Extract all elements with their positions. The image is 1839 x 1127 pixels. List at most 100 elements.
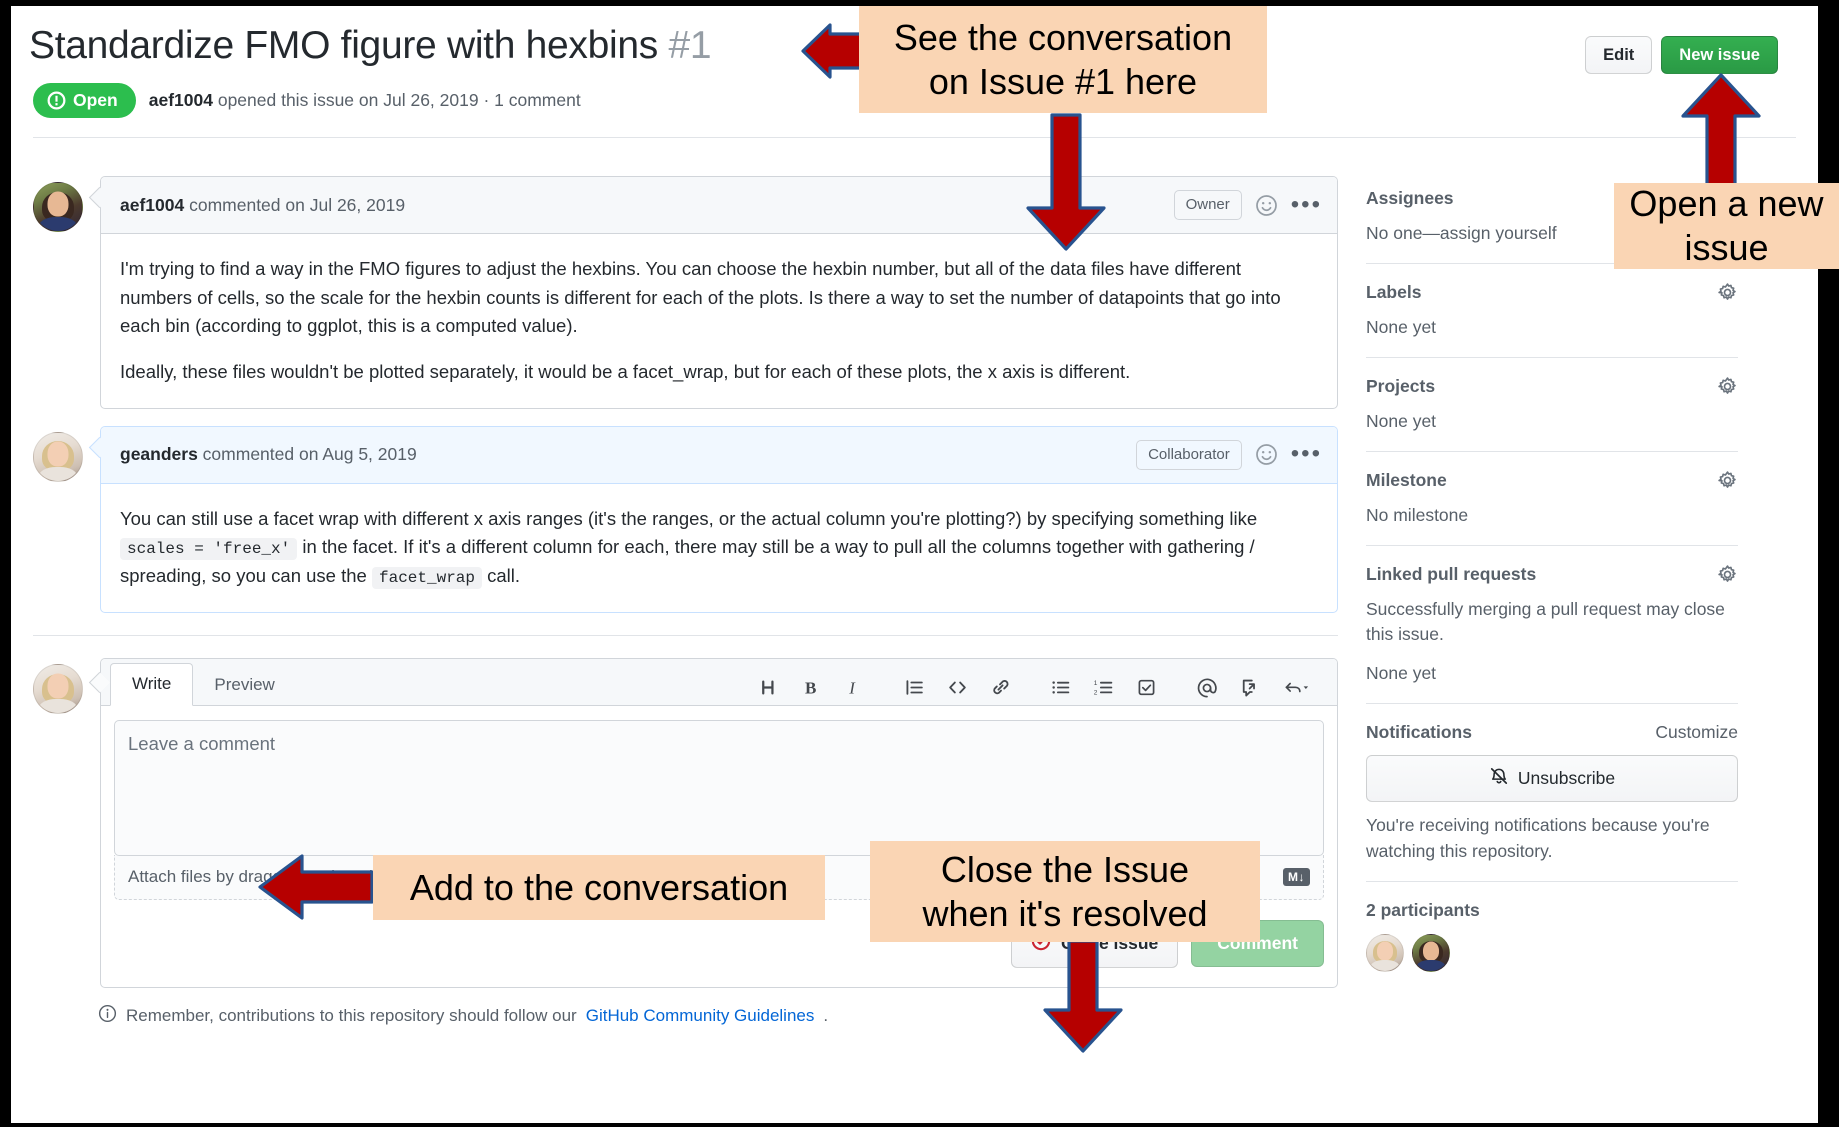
editor-tabnav: Write Preview B I 1 2 bbox=[101, 658, 1337, 706]
comment-author-name[interactable]: aef1004 bbox=[120, 195, 184, 215]
sidebar-section-milestone: Milestone No milestone bbox=[1366, 450, 1738, 545]
inline-code: facet_wrap bbox=[371, 567, 482, 590]
header-actions: Edit New issue bbox=[1585, 22, 1778, 75]
community-guidelines-link[interactable]: GitHub Community Guidelines bbox=[586, 1006, 815, 1026]
community-guidelines-note: Remember, contributions to this reposito… bbox=[98, 1004, 1338, 1028]
avatar-face bbox=[47, 673, 69, 699]
annotation-arrow-up-new-issue bbox=[1678, 72, 1764, 194]
linked-prs-title: Linked pull requests bbox=[1366, 563, 1537, 584]
annotation-arrow-left-editor bbox=[257, 853, 375, 921]
comment-header: aef1004 commented on Jul 26, 2019 Owner bbox=[101, 177, 1337, 234]
tab-write[interactable]: Write bbox=[110, 662, 194, 706]
comment-timestamp: commented on Jul 26, 2019 bbox=[184, 194, 406, 215]
avatar-face bbox=[1423, 941, 1439, 961]
editor-divider bbox=[33, 634, 1338, 636]
github-issue-page: Standardize FMO figure with hexbins #1 E… bbox=[11, 6, 1818, 1123]
gear-icon[interactable] bbox=[1717, 470, 1738, 491]
unordered-list-icon[interactable] bbox=[1039, 677, 1082, 698]
footer-suffix: . bbox=[823, 1005, 829, 1025]
comment-menu-icon[interactable]: ••• bbox=[1291, 442, 1322, 467]
task-list-icon[interactable] bbox=[1125, 677, 1168, 698]
issue-author[interactable]: aef1004 bbox=[149, 90, 213, 110]
labels-value: None yet bbox=[1366, 316, 1437, 337]
edit-button[interactable]: Edit bbox=[1585, 36, 1653, 75]
new-issue-button[interactable]: New issue bbox=[1661, 36, 1778, 75]
screenshot-root: Standardize FMO figure with hexbins #1 E… bbox=[0, 0, 1839, 1127]
comment-input[interactable]: Leave a comment bbox=[114, 719, 1324, 856]
avatar[interactable] bbox=[33, 663, 83, 714]
comment-header-actions: Collaborator ••• bbox=[1136, 439, 1322, 470]
footer-prefix: Remember, contributions to this reposito… bbox=[126, 1005, 577, 1025]
gear-icon[interactable] bbox=[1717, 282, 1738, 303]
markdown-icon[interactable]: M↓ bbox=[1283, 867, 1310, 886]
add-reaction-icon[interactable] bbox=[1255, 443, 1278, 466]
svg-text:I: I bbox=[848, 679, 856, 698]
labels-title: Labels bbox=[1366, 281, 1422, 302]
participant-avatar[interactable] bbox=[1366, 934, 1404, 973]
avatar-face bbox=[1377, 941, 1393, 961]
markdown-toolbar: B I 1 2 bbox=[747, 677, 1321, 705]
annotation-arrow-down-comment bbox=[1023, 112, 1109, 252]
header-divider bbox=[33, 137, 1796, 139]
participants-list bbox=[1366, 934, 1738, 973]
sidebar-heading: 2 participants bbox=[1366, 900, 1738, 921]
bell-slash-icon bbox=[1489, 766, 1509, 791]
unsubscribe-button[interactable]: Unsubscribe bbox=[1366, 755, 1738, 803]
author-association-badge: Owner bbox=[1173, 190, 1242, 220]
mention-icon[interactable] bbox=[1185, 677, 1229, 699]
avatar-torso bbox=[39, 217, 77, 231]
quote-icon[interactable] bbox=[893, 677, 936, 698]
text-part: You can still use a facet wrap with diff… bbox=[120, 507, 1258, 529]
status-badge-label: Open bbox=[73, 90, 118, 111]
issue-number: #1 bbox=[668, 24, 712, 67]
avatar-torso bbox=[1416, 960, 1446, 972]
sidebar-heading: Linked pull requests bbox=[1366, 564, 1738, 585]
inline-code: scales = 'free_x' bbox=[120, 538, 298, 561]
comment-paragraph: I'm trying to find a way in the FMO figu… bbox=[120, 258, 1281, 337]
comment-author-line: geanders commented on Aug 5, 2019 bbox=[120, 444, 417, 465]
comment-menu-icon[interactable]: ••• bbox=[1291, 192, 1322, 217]
link-icon[interactable] bbox=[979, 677, 1022, 698]
comment-paragraph: Ideally, these files wouldn't be plotted… bbox=[120, 361, 1131, 383]
tab-preview[interactable]: Preview bbox=[193, 665, 295, 706]
annotation-callout-conversation: See the conversation on Issue #1 here bbox=[859, 6, 1267, 113]
avatar[interactable] bbox=[33, 182, 83, 232]
svg-text:2: 2 bbox=[1094, 690, 1098, 697]
annotation-callout-new-issue: Open a new issue bbox=[1614, 183, 1839, 269]
avatar[interactable] bbox=[33, 431, 83, 482]
sidebar-section-linked-prs: Linked pull requests Successfully mergin… bbox=[1366, 544, 1738, 704]
projects-title: Projects bbox=[1366, 375, 1436, 396]
gear-icon[interactable] bbox=[1717, 376, 1738, 397]
svg-text:1: 1 bbox=[1094, 680, 1098, 687]
heading-icon[interactable] bbox=[747, 677, 790, 698]
gear-icon[interactable] bbox=[1717, 564, 1738, 585]
sidebar-section-notifications: Notifications Customize Unsubscribe You'… bbox=[1366, 703, 1738, 881]
annotation-arrow-down-close-issue bbox=[1040, 938, 1126, 1054]
customize-notifications-link[interactable]: Customize bbox=[1655, 722, 1738, 743]
comment-header: geanders commented on Aug 5, 2019 Collab… bbox=[101, 426, 1337, 484]
comment-author-line: aef1004 commented on Jul 26, 2019 bbox=[120, 195, 405, 216]
participant-avatar[interactable] bbox=[1412, 934, 1450, 973]
avatar-face bbox=[47, 191, 69, 217]
add-reaction-icon[interactable] bbox=[1255, 194, 1278, 217]
comment-body: You can still use a facet wrap with diff… bbox=[101, 484, 1337, 612]
participants-title: 2 participants bbox=[1366, 900, 1480, 921]
linked-prs-description: Successfully merging a pull request may … bbox=[1366, 598, 1725, 645]
milestone-value: No milestone bbox=[1366, 504, 1469, 525]
comment-box: aef1004 commented on Jul 26, 2019 Owner bbox=[100, 176, 1338, 409]
sidebar: Assignees No one—assign yourself Labels … bbox=[1338, 158, 1738, 1028]
italic-icon[interactable]: I bbox=[833, 677, 876, 698]
author-association-badge: Collaborator bbox=[1136, 439, 1242, 470]
bold-icon[interactable]: B bbox=[790, 677, 833, 698]
code-icon[interactable] bbox=[936, 677, 979, 698]
issue-opened-icon bbox=[47, 91, 66, 110]
comment-author-name[interactable]: geanders bbox=[120, 444, 198, 464]
milestone-title: Milestone bbox=[1366, 469, 1447, 490]
comment-header-actions: Owner ••• bbox=[1173, 190, 1322, 220]
avatar-face bbox=[47, 441, 69, 467]
issue-meta-rest: opened this issue on Jul 26, 2019 · 1 co… bbox=[212, 90, 581, 111]
reply-icon[interactable] bbox=[1273, 677, 1321, 699]
avatar-torso bbox=[39, 698, 77, 713]
ordered-list-icon[interactable]: 12 bbox=[1082, 677, 1125, 698]
cross-reference-icon[interactable] bbox=[1229, 677, 1273, 699]
